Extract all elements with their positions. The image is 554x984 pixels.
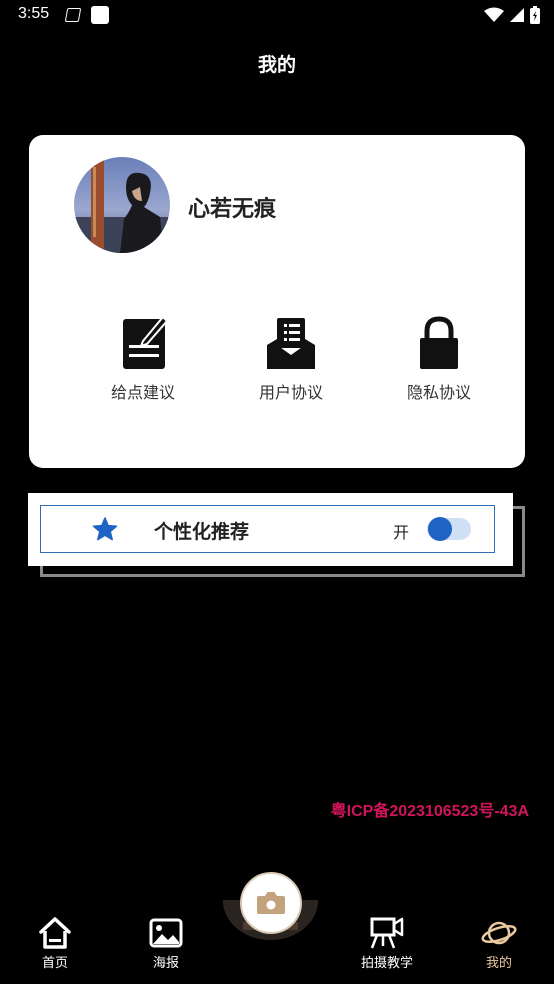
wifi-icon	[484, 7, 504, 22]
nav-tutorial-label: 拍摄教学	[360, 956, 413, 971]
personalization-toggle[interactable]	[427, 517, 471, 541]
privacy-agreement-button[interactable]: 隐私协议	[379, 315, 499, 403]
personalization-panel: 个性化推荐 开	[28, 493, 513, 566]
nav-home[interactable]: 首页	[10, 916, 100, 971]
nav-mine-label: 我的	[485, 956, 512, 971]
status-time: 3:55	[18, 5, 50, 22]
image-icon	[149, 918, 183, 948]
toggle-knob	[428, 517, 452, 541]
icp-license[interactable]: 粤ICP备2023106523号-43A	[331, 797, 529, 821]
document-tray-icon	[267, 318, 315, 369]
nav-home-label: 首页	[41, 956, 68, 971]
camera-button[interactable]	[240, 872, 302, 934]
avatar[interactable]	[74, 157, 170, 253]
nav-mine[interactable]: 我的	[454, 916, 544, 971]
personalization-label: 个性化推荐	[154, 521, 250, 543]
lock-icon	[420, 316, 458, 369]
user-agreement-label: 用户协议	[258, 383, 323, 402]
video-board-icon	[370, 917, 404, 949]
nav-poster-label: 海报	[152, 956, 179, 971]
suggestion-label: 给点建议	[110, 383, 175, 402]
suggestion-button[interactable]: 给点建议	[83, 315, 203, 403]
notification-icon	[64, 8, 82, 22]
privacy-agreement-label: 隐私协议	[406, 383, 471, 402]
signal-icon	[510, 8, 524, 22]
edit-note-icon	[123, 315, 169, 369]
app-notification-icon	[91, 6, 109, 24]
status-indicators	[484, 6, 540, 24]
profile-card: 心若无痕 给点建议 用户协议 隐私协议	[29, 135, 525, 468]
nav-poster[interactable]: 海报	[121, 916, 211, 971]
star-icon	[92, 517, 118, 541]
home-icon	[39, 917, 71, 949]
personalization-row: 个性化推荐 开	[40, 505, 495, 553]
username: 心若无痕	[188, 197, 277, 222]
user-agreement-button[interactable]: 用户协议	[231, 315, 351, 403]
status-bar: 3:55	[0, 0, 554, 32]
planet-icon	[481, 921, 517, 945]
page-title: 我的	[257, 54, 296, 76]
toggle-state-text: 开	[393, 523, 410, 542]
camera-icon	[257, 892, 285, 914]
nav-tutorial[interactable]: 拍摄教学	[342, 916, 432, 971]
battery-icon	[530, 6, 540, 24]
